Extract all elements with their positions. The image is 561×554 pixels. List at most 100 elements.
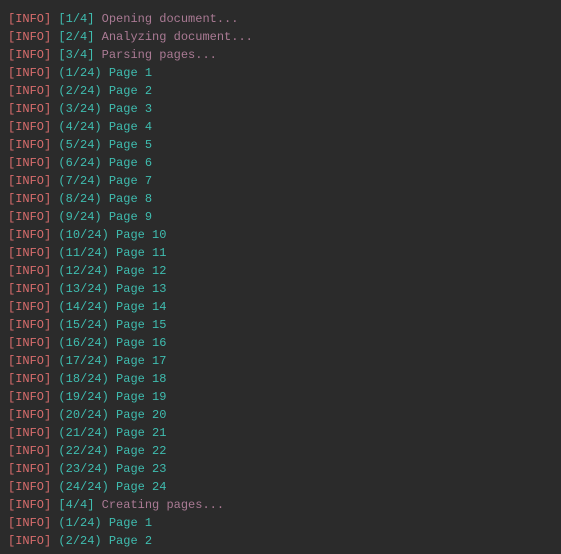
log-line: [INFO] (4/24) Page 4 bbox=[8, 118, 553, 136]
log-line: [INFO] (14/24) Page 14 bbox=[8, 298, 553, 316]
page-counter: (1/24) bbox=[58, 516, 101, 530]
page-counter: (12/24) bbox=[58, 264, 108, 278]
log-level-tag: [INFO] bbox=[8, 174, 51, 188]
page-label: Page 2 bbox=[109, 84, 152, 98]
step-message: Parsing pages... bbox=[102, 48, 217, 62]
log-line: [INFO] [3/4] Parsing pages... bbox=[8, 46, 553, 64]
page-label: Page 18 bbox=[116, 372, 166, 386]
log-line: [INFO] (2/24) Page 2 bbox=[8, 532, 553, 550]
step-counter: [4/4] bbox=[58, 498, 94, 512]
page-label: Page 1 bbox=[109, 516, 152, 530]
log-level-tag: [INFO] bbox=[8, 192, 51, 206]
log-level-tag: [INFO] bbox=[8, 228, 51, 242]
log-line: [INFO] (8/24) Page 8 bbox=[8, 190, 553, 208]
log-level-tag: [INFO] bbox=[8, 534, 51, 548]
log-line: [INFO] (13/24) Page 13 bbox=[8, 280, 553, 298]
log-line: [INFO] (23/24) Page 23 bbox=[8, 460, 553, 478]
page-counter: (22/24) bbox=[58, 444, 108, 458]
page-counter: (20/24) bbox=[58, 408, 108, 422]
log-level-tag: [INFO] bbox=[8, 66, 51, 80]
log-line: [INFO] [2/4] Analyzing document... bbox=[8, 28, 553, 46]
page-counter: (13/24) bbox=[58, 282, 108, 296]
log-level-tag: [INFO] bbox=[8, 390, 51, 404]
log-level-tag: [INFO] bbox=[8, 138, 51, 152]
step-counter: [1/4] bbox=[58, 12, 94, 26]
log-line: [INFO] (2/24) Page 2 bbox=[8, 82, 553, 100]
log-level-tag: [INFO] bbox=[8, 516, 51, 530]
step-message: Opening document... bbox=[102, 12, 239, 26]
step-message: Creating pages... bbox=[102, 498, 224, 512]
log-output: [INFO] [1/4] Opening document...[INFO] [… bbox=[8, 10, 553, 550]
log-line: [INFO] (24/24) Page 24 bbox=[8, 478, 553, 496]
page-counter: (5/24) bbox=[58, 138, 101, 152]
page-label: Page 16 bbox=[116, 336, 166, 350]
page-label: Page 7 bbox=[109, 174, 152, 188]
log-level-tag: [INFO] bbox=[8, 12, 51, 26]
log-line: [INFO] (9/24) Page 9 bbox=[8, 208, 553, 226]
page-label: Page 10 bbox=[116, 228, 166, 242]
page-label: Page 11 bbox=[116, 246, 166, 260]
log-level-tag: [INFO] bbox=[8, 372, 51, 386]
page-label: Page 9 bbox=[109, 210, 152, 224]
log-line: [INFO] (17/24) Page 17 bbox=[8, 352, 553, 370]
log-line: [INFO] [4/4] Creating pages... bbox=[8, 496, 553, 514]
page-label: Page 5 bbox=[109, 138, 152, 152]
log-level-tag: [INFO] bbox=[8, 408, 51, 422]
log-level-tag: [INFO] bbox=[8, 246, 51, 260]
log-level-tag: [INFO] bbox=[8, 30, 51, 44]
log-line: [INFO] (20/24) Page 20 bbox=[8, 406, 553, 424]
log-line: [INFO] (10/24) Page 10 bbox=[8, 226, 553, 244]
log-level-tag: [INFO] bbox=[8, 318, 51, 332]
page-label: Page 2 bbox=[109, 534, 152, 548]
page-label: Page 12 bbox=[116, 264, 166, 278]
log-line: [INFO] (5/24) Page 5 bbox=[8, 136, 553, 154]
page-label: Page 24 bbox=[116, 480, 166, 494]
log-line: [INFO] (6/24) Page 6 bbox=[8, 154, 553, 172]
log-line: [INFO] (12/24) Page 12 bbox=[8, 262, 553, 280]
page-label: Page 13 bbox=[116, 282, 166, 296]
log-level-tag: [INFO] bbox=[8, 480, 51, 494]
page-counter: (16/24) bbox=[58, 336, 108, 350]
page-label: Page 22 bbox=[116, 444, 166, 458]
log-level-tag: [INFO] bbox=[8, 102, 51, 116]
page-counter: (3/24) bbox=[58, 102, 101, 116]
log-level-tag: [INFO] bbox=[8, 120, 51, 134]
log-line: [INFO] (16/24) Page 16 bbox=[8, 334, 553, 352]
log-level-tag: [INFO] bbox=[8, 354, 51, 368]
page-counter: (9/24) bbox=[58, 210, 101, 224]
log-line: [INFO] (21/24) Page 21 bbox=[8, 424, 553, 442]
log-level-tag: [INFO] bbox=[8, 462, 51, 476]
log-line: [INFO] (22/24) Page 22 bbox=[8, 442, 553, 460]
log-level-tag: [INFO] bbox=[8, 300, 51, 314]
page-label: Page 23 bbox=[116, 462, 166, 476]
log-level-tag: [INFO] bbox=[8, 426, 51, 440]
page-counter: (6/24) bbox=[58, 156, 101, 170]
log-level-tag: [INFO] bbox=[8, 498, 51, 512]
page-counter: (15/24) bbox=[58, 318, 108, 332]
page-counter: (17/24) bbox=[58, 354, 108, 368]
page-label: Page 15 bbox=[116, 318, 166, 332]
log-level-tag: [INFO] bbox=[8, 336, 51, 350]
page-label: Page 19 bbox=[116, 390, 166, 404]
log-line: [INFO] (19/24) Page 19 bbox=[8, 388, 553, 406]
page-counter: (1/24) bbox=[58, 66, 101, 80]
page-label: Page 8 bbox=[109, 192, 152, 206]
step-counter: [2/4] bbox=[58, 30, 94, 44]
log-line: [INFO] (3/24) Page 3 bbox=[8, 100, 553, 118]
log-line: [INFO] [1/4] Opening document... bbox=[8, 10, 553, 28]
log-level-tag: [INFO] bbox=[8, 156, 51, 170]
page-label: Page 1 bbox=[109, 66, 152, 80]
page-label: Page 4 bbox=[109, 120, 152, 134]
step-counter: [3/4] bbox=[58, 48, 94, 62]
page-label: Page 3 bbox=[109, 102, 152, 116]
log-level-tag: [INFO] bbox=[8, 48, 51, 62]
log-line: [INFO] (1/24) Page 1 bbox=[8, 514, 553, 532]
log-line: [INFO] (18/24) Page 18 bbox=[8, 370, 553, 388]
log-line: [INFO] (1/24) Page 1 bbox=[8, 64, 553, 82]
page-label: Page 17 bbox=[116, 354, 166, 368]
page-label: Page 14 bbox=[116, 300, 166, 314]
page-counter: (18/24) bbox=[58, 372, 108, 386]
page-counter: (7/24) bbox=[58, 174, 101, 188]
page-counter: (24/24) bbox=[58, 480, 108, 494]
page-counter: (10/24) bbox=[58, 228, 108, 242]
